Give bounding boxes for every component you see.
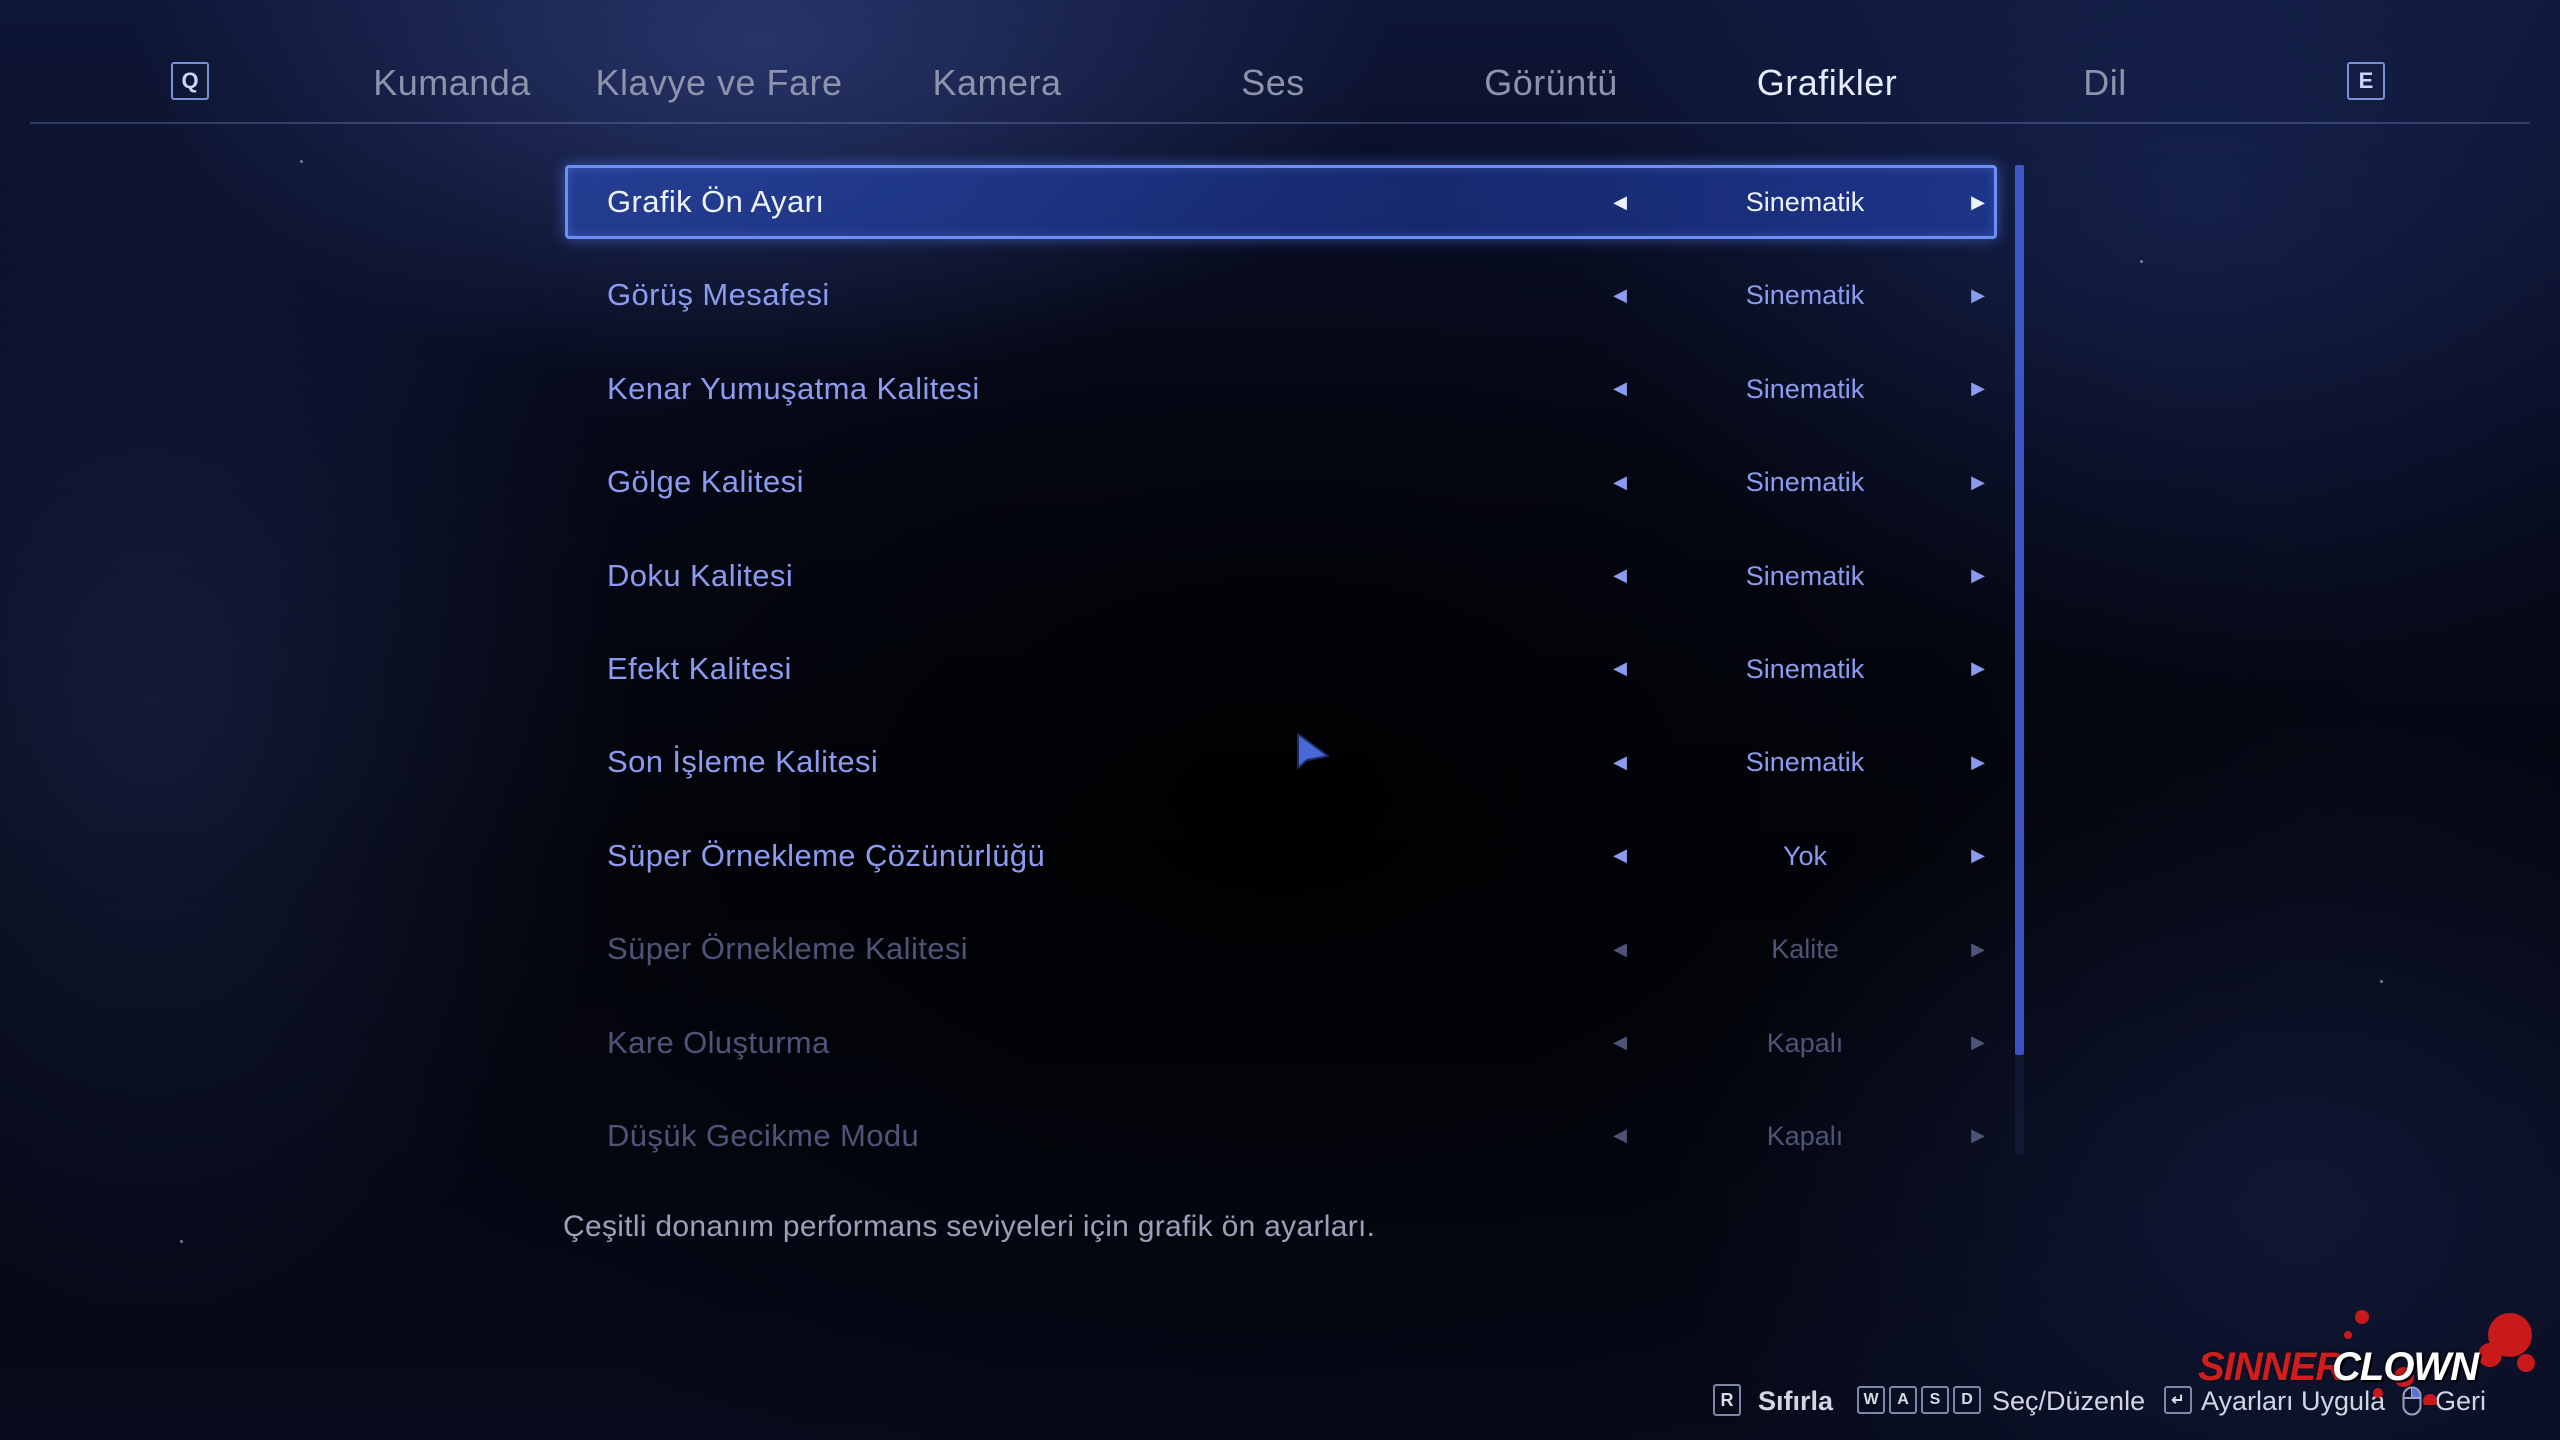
caret-left-icon[interactable]: ◀ (1608, 445, 1632, 519)
caret-left-icon[interactable]: ◀ (1608, 725, 1632, 799)
setting-label: Gölge Kalitesi (607, 464, 804, 500)
setting-row-super-sampling-resolution[interactable]: Süper Örnekleme Çözünürlüğü ◀ Yok ▶ (565, 819, 1997, 893)
key-a: A (1889, 1386, 1917, 1414)
caret-right-icon[interactable]: ▶ (1966, 539, 1990, 613)
setting-value: Yok (1782, 840, 1828, 871)
setting-label: Efekt Kalitesi (607, 650, 792, 686)
tab-ses[interactable]: Ses (1143, 62, 1403, 104)
caret-right-icon[interactable]: ▶ (1966, 819, 1990, 893)
setting-label: Görüş Mesafesi (607, 277, 830, 313)
caret-right-icon[interactable]: ▶ (1966, 632, 1990, 706)
background-star (180, 1240, 183, 1243)
setting-label: Kare Oluşturma (607, 1024, 830, 1060)
caret-right-icon[interactable]: ▶ (1966, 445, 1990, 519)
channel-watermark-logo: SINNER CLOWN (2190, 1305, 2540, 1405)
key-d: D (1953, 1386, 1981, 1414)
graphics-settings-screen: Q Kumanda Klavye ve Fare Kamera Ses Görü… (0, 0, 2560, 1440)
watermark-text-clown: CLOWN (2332, 1345, 2479, 1389)
setting-label: Son İşleme Kalitesi (607, 744, 879, 780)
caret-left-icon[interactable]: ◀ (1608, 352, 1632, 426)
setting-value: Sinematik (1745, 187, 1865, 217)
caret-left-icon[interactable]: ◀ (1608, 819, 1632, 893)
mouse-pointer-icon (1297, 733, 1329, 769)
setting-row-super-sampling-quality: Süper Örnekleme Kalitesi ◀ Kalite ▶ (565, 912, 1997, 986)
prev-tab-key[interactable]: Q (171, 62, 209, 100)
setting-label: Grafik Ön Ayarı (607, 184, 825, 219)
tab-dil[interactable]: Dil (1975, 62, 2235, 104)
caret-right-icon: ▶ (1971, 1125, 1985, 1147)
caret-right-icon[interactable]: ▶ (1966, 725, 1990, 799)
setting-value: Kapalı (1766, 1027, 1844, 1058)
key-s: S (1921, 1386, 1949, 1414)
tab-grafikler[interactable]: Grafikler (1697, 62, 1957, 104)
setting-label: Süper Örnekleme Kalitesi (607, 931, 969, 967)
scrollbar-thumb[interactable] (2015, 165, 2024, 1055)
tab-goruntu[interactable]: Görüntü (1421, 62, 1681, 104)
caret-left-icon[interactable]: ◀ (1608, 168, 1632, 236)
settings-tab-bar: Q Kumanda Klavye ve Fare Kamera Ses Görü… (30, 40, 2530, 124)
reset-label[interactable]: Sıfırla (1758, 1384, 1833, 1418)
setting-value: Sinematik (1745, 467, 1865, 498)
background-star (2380, 980, 2383, 983)
background-star (2140, 260, 2143, 263)
caret-left-icon[interactable]: ◀ (1608, 632, 1632, 706)
setting-description: Çeşitli donanım performans seviyeleri iç… (563, 1210, 1376, 1243)
setting-row-effect-quality[interactable]: Efekt Kalitesi ◀ Sinematik ▶ (565, 632, 1997, 706)
caret-right-icon: ▶ (1971, 938, 1985, 960)
setting-label: Düşük Gecikme Modu (607, 1117, 920, 1153)
graphics-settings-list: Grafik Ön Ayarı ◀ Sinematik ▶ Görüş Mesa… (565, 165, 1997, 1192)
caret-left-icon: ◀ (1613, 1125, 1627, 1147)
setting-row-frame-generation: Kare Oluşturma ◀ Kapalı ▶ (565, 1006, 1997, 1080)
caret-left-icon[interactable]: ◀ (1608, 539, 1632, 613)
setting-value: Kapalı (1766, 1120, 1844, 1151)
select-edit-label: Seç/Düzenle (1992, 1386, 2146, 1416)
setting-label: Doku Kalitesi (607, 557, 794, 593)
caret-right-icon[interactable]: ▶ (1966, 352, 1990, 426)
caret-right-icon: ▶ (1971, 1032, 1985, 1054)
setting-label: Kenar Yumuşatma Kalitesi (607, 370, 980, 406)
caret-left-icon[interactable]: ◀ (1608, 258, 1632, 332)
setting-row-texture-quality[interactable]: Doku Kalitesi ◀ Sinematik ▶ (565, 539, 1997, 613)
watermark-text-sinner: SINNER (2198, 1345, 2344, 1389)
enter-key-icon[interactable]: ↵ (2164, 1386, 2192, 1414)
tab-klavye-ve-fare[interactable]: Klavye ve Fare (589, 62, 849, 104)
setting-row-view-distance[interactable]: Görüş Mesafesi ◀ Sinematik ▶ (565, 258, 1997, 332)
next-tab-key[interactable]: E (2347, 62, 2385, 100)
setting-row-shadow-quality[interactable]: Gölge Kalitesi ◀ Sinematik ▶ (565, 445, 1997, 519)
settings-scrollbar[interactable] (2015, 165, 2024, 1155)
setting-value: Sinematik (1745, 280, 1865, 311)
caret-left-icon: ◀ (1613, 1032, 1627, 1054)
setting-row-low-latency-mode: Düşük Gecikme Modu ◀ Kapalı ▶ (565, 1099, 1997, 1173)
control-hints-bar: R Sıfırla W A S D Seç/Düzenle ↵ Ayarları… (0, 1380, 2560, 1430)
setting-label: Süper Örnekleme Çözünürlüğü (607, 837, 1046, 873)
setting-value: Sinematik (1745, 747, 1865, 778)
reset-key[interactable]: R (1713, 1384, 1741, 1416)
tab-kamera[interactable]: Kamera (867, 62, 1127, 104)
setting-value: Kalite (1771, 934, 1839, 965)
caret-right-icon[interactable]: ▶ (1966, 168, 1990, 236)
caret-right-icon[interactable]: ▶ (1966, 258, 1990, 332)
setting-value: Sinematik (1745, 373, 1865, 404)
key-w: W (1857, 1386, 1885, 1414)
background-star (300, 160, 303, 163)
caret-left-icon: ◀ (1613, 938, 1627, 960)
setting-value: Sinematik (1745, 560, 1865, 591)
tab-kumanda[interactable]: Kumanda (322, 62, 582, 104)
setting-row-anti-aliasing[interactable]: Kenar Yumuşatma Kalitesi ◀ Sinematik ▶ (565, 352, 1997, 426)
setting-value: Sinematik (1745, 653, 1865, 684)
setting-row-post-processing[interactable]: Son İşleme Kalitesi ◀ Sinematik ▶ (565, 725, 1997, 799)
setting-row-graphics-preset[interactable]: Grafik Ön Ayarı ◀ Sinematik ▶ (565, 165, 1997, 239)
